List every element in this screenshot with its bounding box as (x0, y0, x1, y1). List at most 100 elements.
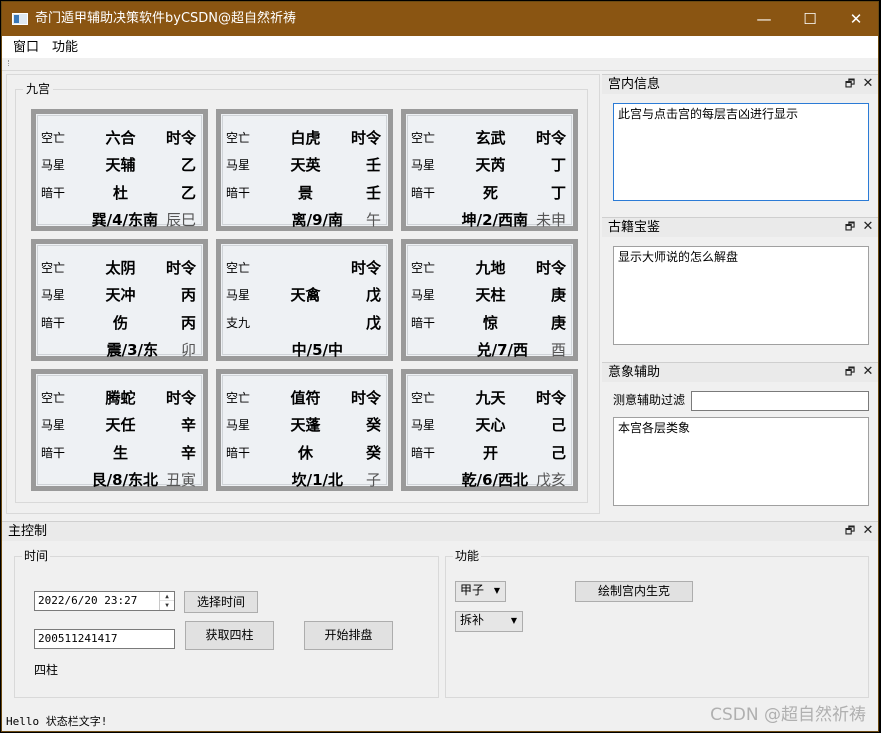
classics-title: 古籍宝鉴 (608, 220, 661, 235)
palace-inner: 空亡 玄武 时令 马星 天芮丁暗干死丁坤/2/西南 未申 (407, 115, 572, 229)
spin-down-icon[interactable]: ▼ (160, 601, 174, 610)
number-input[interactable]: 200511241417 (34, 629, 175, 649)
get-pillars-button[interactable]: 获取四柱 (185, 621, 274, 650)
menu-bar: 窗口 功能 (2, 36, 878, 58)
window-title: 奇门遁甲辅助决策软件byCSDN@超自然祈祷 (35, 11, 297, 26)
palace-earth-stem: 庚 (550, 314, 566, 332)
imagery-title: 意象辅助 (608, 365, 661, 380)
palace-inner: 空亡 九天 时令 马星 天心己暗干开己乾/6/西北 戊亥 (407, 375, 572, 489)
imagery-filter-label: 测意辅助过滤 (613, 393, 686, 407)
chevron-down-icon: ▼ (493, 586, 500, 595)
palace-shiling: 时令 (350, 129, 381, 147)
dock-float-icon[interactable]: 🗗 (844, 524, 856, 538)
dock-float-icon[interactable]: 🗗 (844, 365, 856, 379)
palace-cell[interactable]: 空亡 九天 时令 马星 天心己暗干开己乾/6/西北 戊亥 (401, 369, 578, 491)
palace-shiling: 时令 (535, 259, 566, 277)
palace-info-text[interactable]: 此宫与点击宫的每层吉凶进行显示 (613, 103, 869, 201)
palace-cell[interactable]: 空亡 时令 马星 天禽戊支九戊中/5/中 (216, 239, 393, 361)
menu-window[interactable]: 窗口 (13, 40, 39, 56)
palace-door: 生 (112, 444, 128, 462)
dock-close-icon[interactable]: ✕ (862, 365, 874, 379)
palace-direction: 巽/4/东南 (91, 211, 158, 229)
palace-direction: 中/5/中 (291, 341, 343, 359)
palace-earth-stem: 己 (550, 444, 566, 462)
title-bar[interactable]: 奇门遁甲辅助决策软件byCSDN@超自然祈祷 — ☐ ✕ (2, 2, 878, 36)
palace-shiling: 时令 (165, 259, 196, 277)
ganzhi-combo[interactable]: 甲子 ▼ (455, 581, 506, 602)
palace-heaven-stem: 庚 (550, 286, 566, 304)
method-combo[interactable]: 拆补 ▼ (455, 611, 523, 632)
palace-info-dock-title[interactable]: 宫内信息 🗗 ✕ (602, 74, 878, 94)
dock-close-icon[interactable]: ✕ (862, 220, 874, 234)
toolbar-grip-icon[interactable] (8, 60, 10, 66)
menu-function[interactable]: 功能 (52, 40, 78, 56)
palace-heaven-stem: 己 (550, 416, 566, 434)
palace-direction: 艮/8/东北 (91, 471, 158, 489)
palace-earth-stem: 壬 (365, 184, 381, 202)
palace-direction: 坤/2/西南 (461, 211, 528, 229)
palace-star: 天辅 (105, 156, 136, 174)
palace-branches: 戊亥 (535, 471, 566, 489)
palace-star: 天柱 (475, 286, 506, 304)
imagery-filter-input[interactable] (691, 391, 869, 411)
palace-cell[interactable]: 空亡 六合 时令 马星 天辅乙暗干杜乙巽/4/东南 辰巳 (31, 109, 208, 231)
palace-door: 休 (297, 444, 313, 462)
palace-earth-stem: 丁 (550, 184, 566, 202)
palace-direction: 坎/1/北 (291, 471, 343, 489)
main-window: 奇门遁甲辅助决策软件byCSDN@超自然祈祷 — ☐ ✕ 窗口 功能 九宫 空亡… (1, 1, 879, 732)
dock-float-icon[interactable]: 🗗 (844, 220, 856, 234)
ganzhi-combo-value: 甲子 (460, 583, 485, 597)
palace-star: 天蓬 (290, 416, 321, 434)
imagery-dock-title[interactable]: 意象辅助 🗗 ✕ (602, 362, 878, 382)
imagery-text[interactable]: 本宫各层类象 (613, 417, 869, 506)
draw-relations-button[interactable]: 绘制宫内生克 (575, 581, 693, 602)
dock-float-icon[interactable]: 🗗 (844, 77, 856, 91)
palace-heaven-stem: 戊 (365, 286, 381, 304)
palace-heaven-stem: 辛 (180, 416, 196, 434)
palace-branches: 丑寅 (165, 471, 196, 489)
palace-star: 天任 (105, 416, 136, 434)
palace-cell[interactable]: 空亡 白虎 时令 马星 天英壬暗干景壬离/9/南午 (216, 109, 393, 231)
palace-inner: 空亡 九地 时令 马星 天柱庚暗干惊庚兑/7/西酉 (407, 245, 572, 359)
palace-earth-stem: 戊 (365, 314, 381, 332)
select-time-button[interactable]: 选择时间 (184, 591, 258, 613)
datetime-spinner[interactable]: ▲ ▼ (159, 592, 174, 610)
datetime-edit[interactable]: 2022/6/20 23:27 ▲ ▼ (34, 591, 175, 611)
palace-direction: 离/9/南 (291, 211, 343, 229)
palace-star: 天禽 (290, 286, 321, 304)
classics-text[interactable]: 显示大师说的怎么解盘 (613, 246, 869, 345)
palace-star: 天心 (475, 416, 506, 434)
palace-cell[interactable]: 空亡 九地 时令 马星 天柱庚暗干惊庚兑/7/西酉 (401, 239, 578, 361)
palace-earth-stem: 癸 (365, 444, 381, 462)
datetime-value: 2022/6/20 23:27 (38, 594, 138, 607)
app-icon (12, 13, 28, 25)
palace-door: 惊 (482, 314, 498, 332)
palace-cell[interactable]: 空亡 太阴 时令 马星 天冲丙暗干伤丙震/3/东卯 (31, 239, 208, 361)
pillars-label: 四柱 (34, 663, 59, 677)
main-control-dock-title[interactable]: 主控制 🗗 ✕ (2, 521, 878, 541)
maximize-button[interactable]: ☐ (787, 2, 833, 36)
classics-dock-title[interactable]: 古籍宝鉴 🗗 ✕ (602, 217, 878, 237)
palace-inner: 空亡 值符 时令 马星 天蓬癸暗干休癸坎/1/北子 (222, 375, 387, 489)
dock-close-icon[interactable]: ✕ (862, 77, 874, 91)
start-layout-button[interactable]: 开始排盘 (304, 621, 393, 650)
palace-info-title: 宫内信息 (608, 77, 661, 92)
spin-up-icon[interactable]: ▲ (160, 592, 174, 601)
palace-shiling: 时令 (535, 129, 566, 147)
palace-earth-stem: 乙 (180, 184, 196, 202)
minimize-button[interactable]: — (741, 2, 787, 36)
palace-branches: 卯 (180, 341, 196, 359)
palace-door: 死 (482, 184, 498, 202)
palace-star: 天芮 (475, 156, 506, 174)
close-button[interactable]: ✕ (833, 2, 878, 36)
chevron-down-icon: ▼ (510, 616, 517, 625)
palace-cell[interactable]: 空亡 玄武 时令 马星 天芮丁暗干死丁坤/2/西南 未申 (401, 109, 578, 231)
palace-kongwang-label: 空亡 (226, 261, 251, 275)
palace-cell[interactable]: 空亡 腾蛇 时令 马星 天任辛暗干生辛艮/8/东北 丑寅 (31, 369, 208, 491)
palace-direction: 震/3/东 (106, 341, 158, 359)
palace-cell[interactable]: 空亡 值符 时令 马星 天蓬癸暗干休癸坎/1/北子 (216, 369, 393, 491)
palace-shiling: 时令 (165, 389, 196, 407)
palace-heaven-stem: 壬 (365, 156, 381, 174)
dock-close-icon[interactable]: ✕ (862, 524, 874, 538)
watermark: CSDN @超自然祈祷 (710, 705, 866, 725)
